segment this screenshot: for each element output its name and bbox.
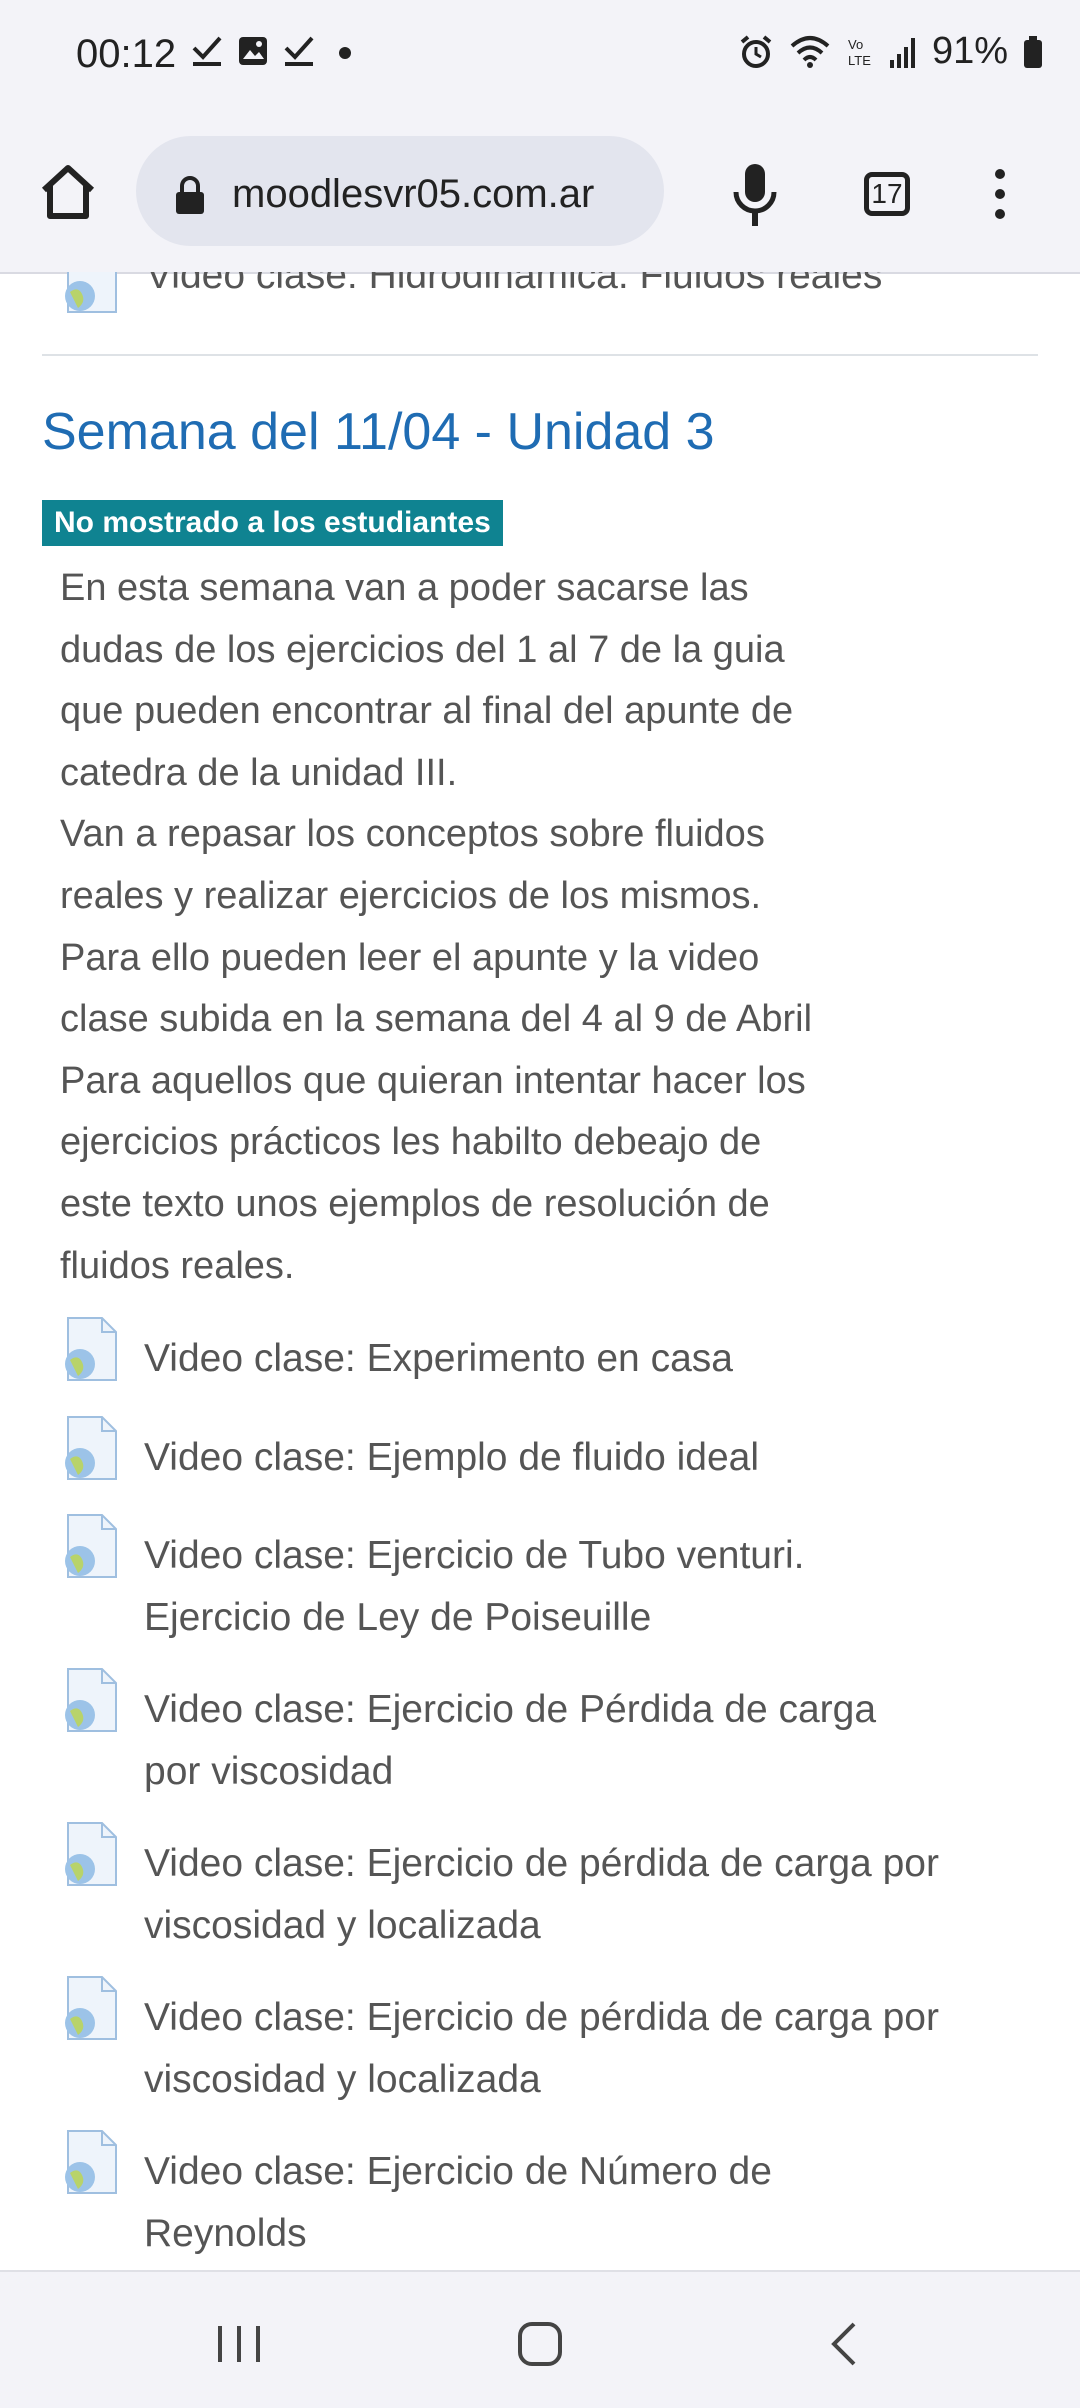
screen: 00:12 Vo LTE 91% moodlesvr05.com.ar 17 V…: [0, 0, 1080, 2408]
system-nav-bar: [0, 2270, 1080, 2408]
svg-text:Vo: Vo: [848, 37, 863, 52]
activity-label-line: viscosidad y localizada: [144, 1903, 541, 1947]
home-icon[interactable]: [36, 160, 100, 224]
status-time: 00:12: [76, 32, 177, 76]
browser-toolbar: moodlesvr05.com.ar 17: [0, 110, 1080, 274]
section-divider: [42, 354, 1038, 356]
lock-icon: [176, 176, 204, 214]
activity-item[interactable]: Video clase: Ejercicio de pérdida de car…: [60, 1975, 1020, 2105]
image-icon: [239, 37, 267, 65]
activity-label: Video clase: Ejercicio de Tubo venturi. …: [144, 1525, 1024, 1648]
activity-label-line: por viscosidad: [144, 1749, 394, 1793]
activity-item[interactable]: Video clase: Ejercicio de Tubo venturi. …: [60, 1513, 1020, 1643]
summary-line: que pueden encontrar al final del apunte…: [60, 690, 794, 733]
recent-apps-icon[interactable]: [214, 2322, 264, 2366]
activity-label: Video clase: Ejercicio de pérdida de car…: [144, 1987, 1024, 2110]
back-icon[interactable]: [826, 2320, 862, 2368]
wifi-icon: [790, 35, 830, 68]
summary-line: fluidos reales.: [60, 1244, 295, 1287]
url-resource-icon: [65, 1514, 117, 1578]
notification-icons: [190, 34, 362, 68]
battery-icon: [1024, 35, 1042, 68]
summary-line: dudas de los ejercicios del 1 al 7 de la…: [60, 628, 785, 671]
activity-label: Video clase: Ejemplo de fluido ideal: [144, 1427, 1024, 1489]
url-resource-icon: [65, 1668, 117, 1732]
activity-label-line: Video clase: Ejercicio de Tubo venturi.: [144, 1534, 805, 1577]
url-resource-icon: [65, 272, 117, 313]
activity-label-line: Reynolds: [144, 2211, 307, 2255]
section-title[interactable]: Semana del 11/04 - Unidad 3: [42, 402, 715, 462]
activity-label-line: Video clase: Ejercicio de pérdida de car…: [144, 1842, 939, 1885]
activity-label: Video clase: Experimento en casa: [144, 1328, 1024, 1390]
course-content: Video clase: Hidrodinámica. Fluidos real…: [0, 272, 1080, 2270]
url-resource-icon: [65, 1822, 117, 1886]
summary-line: clase subida en la semana del 4 al 9 de …: [60, 998, 813, 1041]
svg-text:LTE: LTE: [848, 53, 871, 68]
activity-item[interactable]: Video clase: Ejercicio de Pérdida de car…: [60, 1667, 1020, 1797]
activity-label-line: Video clase: Ejercicio de Pérdida de car…: [144, 1688, 877, 1731]
activity-item[interactable]: Video clase: Ejercicio de Número de Reyn…: [60, 2129, 1020, 2259]
activity-item[interactable]: Video clase: Ejercicio de pérdida de car…: [60, 1821, 1020, 1951]
activity-item[interactable]: Video clase: Experimento en casa: [60, 1316, 1020, 1386]
activity-label: Video clase: Ejercicio de Pérdida de car…: [144, 1679, 1024, 1802]
summary-line: este texto unos ejemplos de resolución d…: [60, 1182, 770, 1225]
activity-label-line: Video clase: Experimento en casa: [144, 1337, 733, 1380]
activity-label-line: Ejercicio de Ley de Poiseuille: [144, 1595, 652, 1639]
url-resource-icon: [65, 1416, 117, 1480]
summary-line: Van a repasar los conceptos sobre fluido…: [60, 813, 765, 856]
url-resource-icon: [65, 2130, 117, 2194]
url-text: moodlesvr05.com.ar: [232, 172, 595, 216]
summary-line: Para aquellos que quieran intentar hacer…: [60, 1059, 806, 1102]
signal-icon: [889, 37, 915, 68]
activity-label-line: Video clase: Ejercicio de pérdida de car…: [144, 1996, 939, 2039]
battery-percent: 91%: [931, 30, 1008, 72]
status-right: Vo LTE 91%: [738, 30, 1044, 73]
volte-icon: VoLTE: [848, 37, 871, 68]
activity-item[interactable]: Video clase: Ejemplo de fluido ideal: [60, 1415, 1020, 1485]
summary-line: En esta semana van a poder sacarse las: [60, 567, 749, 609]
activity-label-line: Video clase: Ejemplo de fluido ideal: [144, 1436, 760, 1479]
summary-line: Para ello pueden leer el apunte y la vid…: [60, 936, 760, 979]
section-summary: En esta semana van a poder sacarse las d…: [60, 558, 890, 1297]
activity-label-line: viscosidad y localizada: [144, 2057, 541, 2101]
activity-label: Video clase: Ejercicio de Número de Reyn…: [144, 2141, 1024, 2264]
alarm-icon: [740, 34, 772, 68]
microphone-icon[interactable]: [730, 160, 780, 230]
hidden-from-students-badge: No mostrado a los estudiantes: [42, 500, 503, 546]
url-resource-icon: [65, 1317, 117, 1381]
more-options-icon[interactable]: [990, 166, 1010, 222]
home-nav-icon[interactable]: [516, 2320, 564, 2368]
tab-switcher-button[interactable]: 17: [864, 172, 910, 216]
summary-line: reales y realizar ejercicios de los mism…: [60, 874, 762, 917]
activity-label-line: Video clase: Ejercicio de Número de: [144, 2150, 772, 2193]
summary-line: catedra de la unidad III.: [60, 751, 458, 794]
status-bar: 00:12 Vo LTE 91%: [0, 0, 1080, 110]
previous-activity-label: Video clase: Hidrodinámica. Fluidos real…: [146, 272, 883, 297]
check-icon: [284, 36, 314, 66]
check-icon: [192, 36, 222, 66]
dot-icon: [339, 47, 351, 59]
address-bar[interactable]: moodlesvr05.com.ar: [136, 136, 664, 246]
summary-line: ejercicios prácticos les habilto debeajo…: [60, 1121, 762, 1164]
url-resource-icon: [65, 1976, 117, 2040]
activity-label: Video clase: Ejercicio de pérdida de car…: [144, 1833, 1024, 1956]
